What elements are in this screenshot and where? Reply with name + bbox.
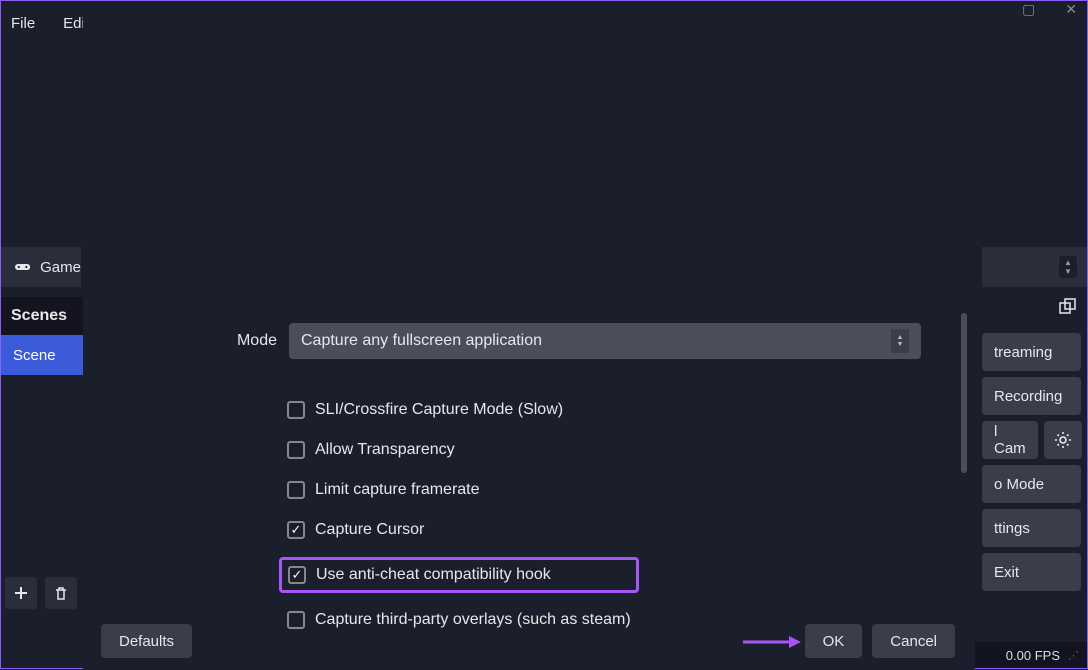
exit-button[interactable]: Exit <box>982 553 1081 591</box>
source-row[interactable]: Game <box>1 247 81 287</box>
checkbox-label: Limit capture framerate <box>315 481 480 499</box>
checkbox-icon[interactable] <box>287 481 305 499</box>
resize-grip-icon[interactable]: ⋰ <box>1068 649 1079 662</box>
source-label: Game <box>40 259 81 276</box>
scrollbar[interactable] <box>961 313 967 473</box>
window-controls[interactable]: ▢ ✕ <box>992 1 1077 18</box>
mode-value: Capture any fullscreen application <box>301 332 542 350</box>
dropdown-arrows-icon: ▲▼ <box>891 329 909 353</box>
stats-bar: 0.00 FPS ⋰ <box>967 642 1087 668</box>
checkbox-row-0[interactable]: SLI/Crossfire Capture Mode (Slow) <box>279 397 639 423</box>
dialog-buttons: OK Cancel <box>805 624 955 658</box>
scenes-footer <box>5 577 77 609</box>
checkbox-row-3[interactable]: Capture Cursor <box>279 517 639 543</box>
popout-row <box>982 287 1087 327</box>
checkbox-label: Use anti-cheat compatibility hook <box>316 566 551 584</box>
checkbox-list: SLI/Crossfire Capture Mode (Slow) Allow T… <box>279 397 639 633</box>
mode-dropdown[interactable]: Capture any fullscreen application ▲▼ <box>289 323 921 359</box>
transition-spinner[interactable]: ▲▼ <box>1059 256 1077 278</box>
ok-button[interactable]: OK <box>805 624 863 658</box>
scene-item[interactable]: Scene <box>1 335 83 375</box>
start-streaming-button[interactable]: treaming <box>982 333 1081 371</box>
studio-mode-button[interactable]: o Mode <box>982 465 1081 503</box>
properties-dialog: Mode Capture any fullscreen application … <box>83 1 975 670</box>
arrow-right-icon <box>741 632 801 652</box>
scenes-panel: Scenes Scene <box>1 297 83 375</box>
close-icon[interactable]: ✕ <box>1065 1 1077 18</box>
cancel-button[interactable]: Cancel <box>872 624 955 658</box>
checkbox-label: Capture third-party overlays (such as st… <box>315 611 631 629</box>
add-scene-button[interactable] <box>5 577 37 609</box>
gear-icon <box>1054 431 1072 449</box>
menu-file[interactable]: File <box>11 15 35 32</box>
popout-icon[interactable] <box>1059 298 1077 316</box>
right-panel: ▲▼ treaming Recording l Cam o Mode tting… <box>982 247 1087 591</box>
fps-counter: 0.00 FPS <box>1006 648 1060 663</box>
gamepad-icon <box>15 260 30 274</box>
plus-icon <box>14 586 28 600</box>
defaults-wrap: Defaults <box>101 624 192 658</box>
arrow-annotation <box>741 632 801 652</box>
checkbox-label: Capture Cursor <box>315 521 424 539</box>
checkbox-label: Allow Transparency <box>315 441 455 459</box>
mode-label: Mode <box>229 332 277 350</box>
checkbox-label: SLI/Crossfire Capture Mode (Slow) <box>315 401 563 419</box>
virtual-cam-button[interactable]: l Cam <box>982 421 1038 459</box>
checkbox-row-2[interactable]: Limit capture framerate <box>279 477 639 503</box>
checkbox-row-4[interactable]: Use anti-cheat compatibility hook <box>288 566 586 584</box>
virtual-cam-settings-button[interactable] <box>1044 421 1082 459</box>
highlight-box: Use anti-cheat compatibility hook <box>279 557 639 593</box>
trash-icon <box>54 586 68 601</box>
scenes-header: Scenes <box>1 297 83 335</box>
maximize-icon[interactable]: ▢ <box>1022 1 1035 18</box>
checkbox-icon[interactable] <box>287 521 305 539</box>
delete-scene-button[interactable] <box>45 577 77 609</box>
checkbox-row-1[interactable]: Allow Transparency <box>279 437 639 463</box>
start-recording-button[interactable]: Recording <box>982 377 1081 415</box>
checkbox-icon[interactable] <box>287 401 305 419</box>
checkbox-icon[interactable] <box>287 611 305 629</box>
defaults-button[interactable]: Defaults <box>101 624 192 658</box>
checkbox-row-5[interactable]: Capture third-party overlays (such as st… <box>279 607 639 633</box>
transition-row: ▲▼ <box>982 247 1087 287</box>
mode-row: Mode Capture any fullscreen application … <box>229 323 921 359</box>
checkbox-icon[interactable] <box>287 441 305 459</box>
checkbox-icon[interactable] <box>288 566 306 584</box>
settings-button[interactable]: ttings <box>982 509 1081 547</box>
preview-area <box>83 1 975 299</box>
